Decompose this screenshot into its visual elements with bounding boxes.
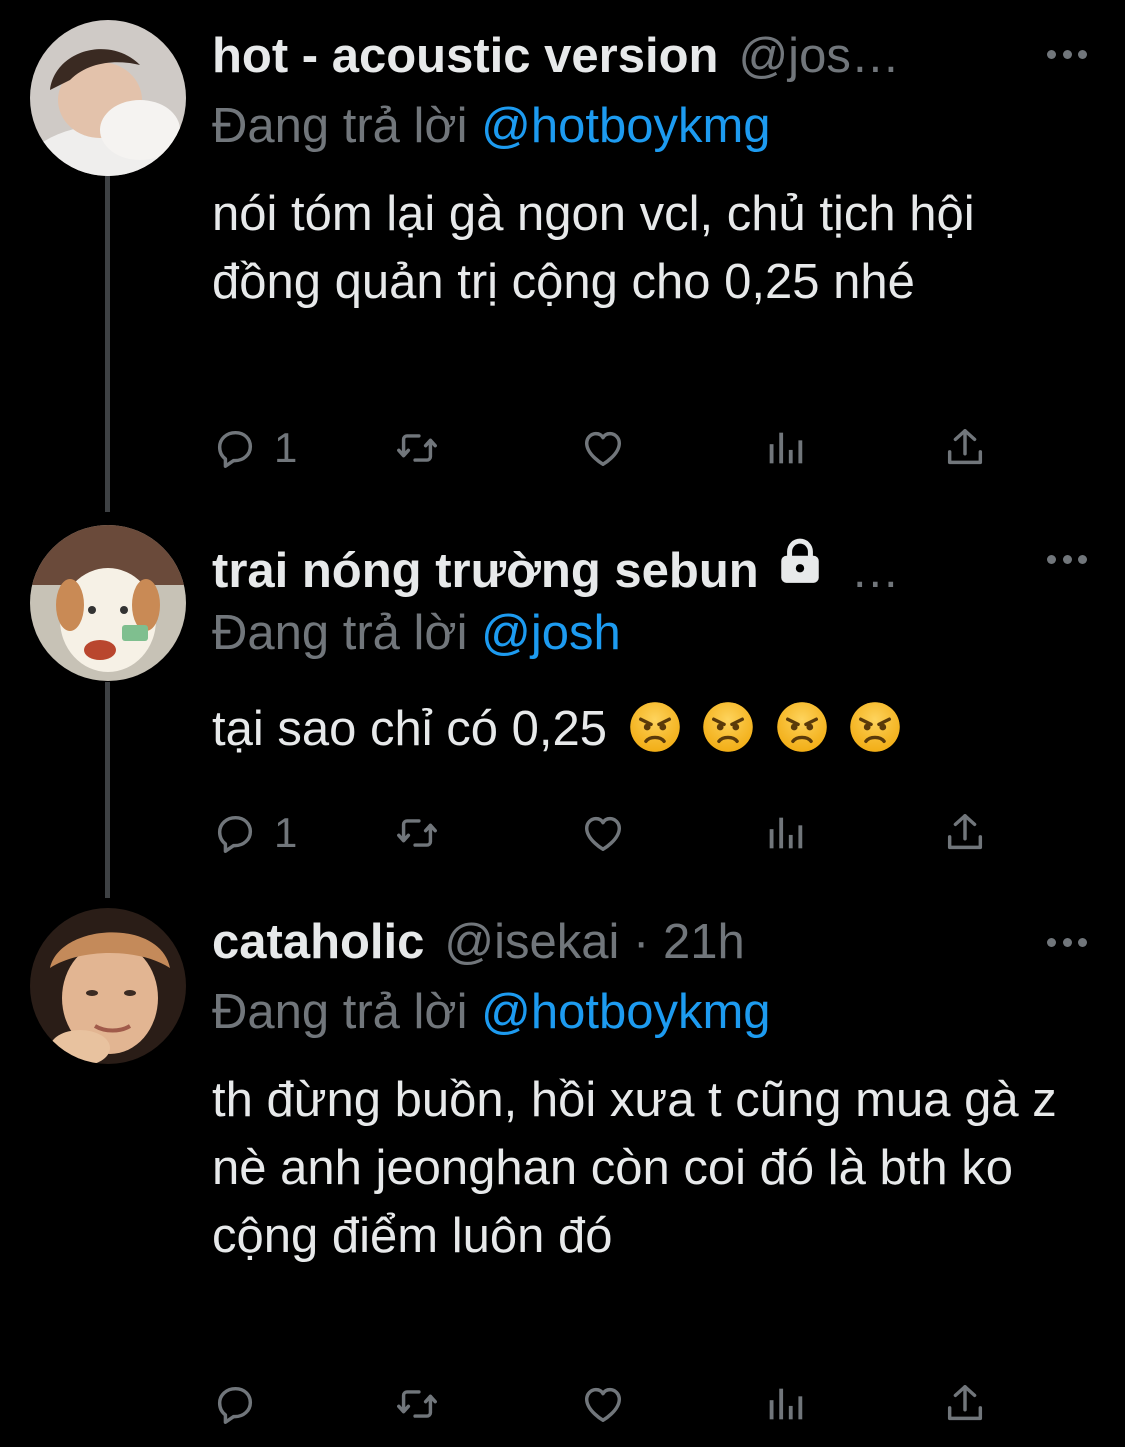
- avatar[interactable]: [30, 908, 186, 1064]
- reply-prefix: Đang trả lời: [212, 985, 468, 1039]
- avatar[interactable]: [30, 20, 186, 176]
- like-button[interactable]: [580, 418, 626, 478]
- reply-mention[interactable]: @josh: [481, 606, 621, 660]
- like-icon: [580, 1381, 626, 1427]
- tweet-text: nói tóm lại gà ngon vcl, chủ tịch hội đồ…: [212, 187, 975, 309]
- reply-mention[interactable]: @hotboykmg: [481, 99, 770, 153]
- tweet-actions: [212, 1374, 1002, 1434]
- retweet-icon: [394, 810, 440, 856]
- reply-mention[interactable]: @hotboykmg: [481, 985, 770, 1039]
- share-button[interactable]: [942, 803, 988, 863]
- views-button[interactable]: [762, 803, 808, 863]
- views-icon: [762, 1381, 808, 1427]
- retweet-button[interactable]: [394, 1374, 440, 1434]
- more-icon[interactable]: [1047, 50, 1087, 62]
- display-name[interactable]: cataholic: [212, 914, 424, 970]
- reply-prefix: Đang trả lời: [212, 606, 468, 660]
- user-handle[interactable]: @jos…: [738, 28, 899, 84]
- tweet[interactable]: cataholic @isekai · 21h Đang trả lời @ho…: [0, 890, 1125, 1447]
- reply-button[interactable]: [212, 1374, 274, 1434]
- avatar[interactable]: [30, 525, 186, 681]
- share-button[interactable]: [942, 418, 988, 478]
- share-icon: [942, 1381, 988, 1427]
- tweet-actions: 1: [212, 418, 1002, 478]
- retweet-button[interactable]: [394, 418, 440, 478]
- reply-context: Đang trả lời @hotboykmg: [212, 98, 771, 154]
- like-button[interactable]: [580, 1374, 626, 1434]
- tweet-actions: 1: [212, 803, 1002, 863]
- angry-face-icon: [702, 701, 754, 753]
- retweet-button[interactable]: [394, 803, 440, 863]
- like-button[interactable]: [580, 803, 626, 863]
- reply-context: Đang trả lời @hotboykmg: [212, 984, 771, 1040]
- user-handle[interactable]: @isekai · 21h: [444, 914, 744, 970]
- views-icon: [762, 425, 808, 471]
- user-handle[interactable]: …: [851, 543, 900, 599]
- like-icon: [580, 425, 626, 471]
- angry-face-icon: [629, 701, 681, 753]
- angry-face-icon: [776, 701, 828, 753]
- views-button[interactable]: [762, 1374, 808, 1434]
- tweet-text: th đừng buồn, hồi xưa t cũng mua gà z nè…: [212, 1073, 1057, 1263]
- share-button[interactable]: [942, 1374, 988, 1434]
- reply-button[interactable]: 1: [212, 803, 297, 863]
- tweet[interactable]: hot - acoustic version @jos… Đang trả lờ…: [0, 0, 1125, 505]
- emoji-group: [621, 702, 902, 756]
- share-icon: [942, 425, 988, 471]
- reply-icon: [212, 810, 258, 856]
- tweet[interactable]: trai nóng trường sebun … Đang trả lời @j…: [0, 505, 1125, 890]
- views-button[interactable]: [762, 418, 808, 478]
- lock-icon: [780, 538, 819, 583]
- display-name[interactable]: trai nóng trường sebun: [212, 543, 759, 599]
- tweet-text: tại sao chỉ có 0,25: [212, 702, 607, 756]
- share-icon: [942, 810, 988, 856]
- views-icon: [762, 810, 808, 856]
- reply-button[interactable]: 1: [212, 418, 297, 478]
- like-icon: [580, 810, 626, 856]
- reply-context: Đang trả lời @josh: [212, 605, 621, 661]
- retweet-icon: [394, 1381, 440, 1427]
- tweet-text-wrap: tại sao chỉ có 0,25: [212, 695, 1092, 763]
- reply-icon: [212, 1381, 258, 1427]
- angry-face-icon: [849, 701, 901, 753]
- display-name[interactable]: hot - acoustic version: [212, 28, 718, 84]
- reply-count: 1: [274, 424, 298, 471]
- reply-icon: [212, 425, 258, 471]
- retweet-icon: [394, 425, 440, 471]
- reply-count: 1: [274, 809, 298, 856]
- more-icon[interactable]: [1047, 938, 1087, 950]
- reply-prefix: Đang trả lời: [212, 99, 468, 153]
- more-icon[interactable]: [1047, 555, 1087, 567]
